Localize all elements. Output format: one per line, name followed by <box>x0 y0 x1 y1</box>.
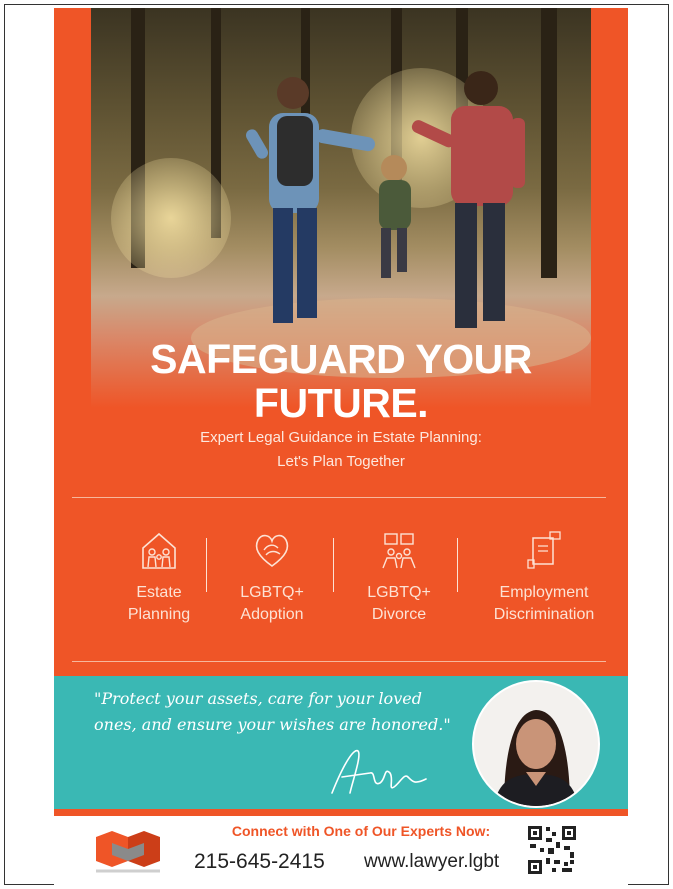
attorney-portrait <box>472 680 600 808</box>
headline-line2: FUTURE. <box>253 380 429 426</box>
phone-number[interactable]: 215-645-2415 <box>194 850 325 874</box>
subheadline-line2: Let's Plan Together <box>277 453 405 470</box>
firm-logo <box>96 831 160 873</box>
headline-line1: SAFEGUARD YOUR <box>150 336 532 382</box>
service-line1: Employment <box>499 584 589 601</box>
heart-hands-icon <box>255 534 289 567</box>
service-line2: Divorce <box>371 606 427 623</box>
connect-heading: Connect with One of Our Experts Now: <box>231 823 491 839</box>
service-line1: LGBTQ+ <box>240 584 304 601</box>
divider-top <box>72 497 606 498</box>
split-family-icon <box>382 533 416 569</box>
testimonial-quote: "Protect your assets, care for your love… <box>94 686 464 738</box>
document-gavel-icon <box>527 531 561 569</box>
adult-figure-left <box>246 77 375 323</box>
service-lgbtq-divorce: LGBTQ+ Divorce <box>334 530 464 626</box>
contact-footer: Connect with One of Our Experts Now: 215… <box>54 816 628 885</box>
service-lgbtq-adoption: LGBTQ+ Adoption <box>207 530 337 626</box>
website-link[interactable]: www.lawyer.lgbt <box>364 851 499 873</box>
service-estate-planning: Estate Planning <box>94 530 224 626</box>
service-line2: Discrimination <box>493 606 595 623</box>
service-line1: Estate <box>136 584 182 601</box>
signature-image <box>331 749 427 794</box>
service-line2: Planning <box>127 606 191 623</box>
service-separator <box>457 538 458 592</box>
service-line2: Adoption <box>240 606 304 623</box>
quote-line1: "Protect your assets, care for your love… <box>94 689 422 708</box>
family-house-icon <box>142 532 176 569</box>
child-figure <box>379 155 411 278</box>
adult-figure-right <box>411 71 525 328</box>
divider-bottom <box>72 661 606 662</box>
quote-line2: ones, and ensure your wishes are honored… <box>94 715 451 734</box>
subheadline-line1: Expert Legal Guidance in Estate Planning… <box>200 429 482 446</box>
service-line1: LGBTQ+ <box>367 584 431 601</box>
poster: SAFEGUARD YOUR FUTURE. Expert Legal Guid… <box>54 8 628 885</box>
qr-code[interactable] <box>526 824 578 876</box>
service-employment-discrimination: Employment Discrimination <box>469 530 619 626</box>
